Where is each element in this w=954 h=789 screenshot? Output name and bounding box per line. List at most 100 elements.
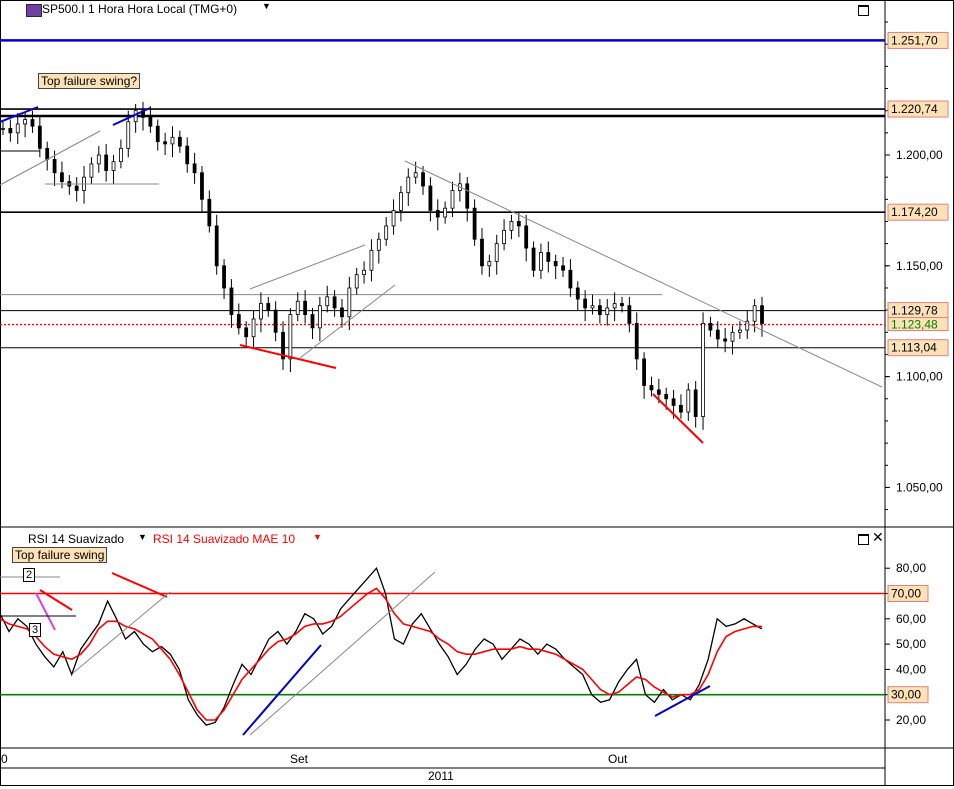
candle-body: [406, 176, 411, 194]
candle-body: [354, 274, 359, 289]
candle-body: [30, 119, 35, 127]
rsi-dropdown-icon[interactable]: ▼: [138, 532, 147, 542]
candle-body: [214, 225, 219, 267]
candle-body: [15, 123, 20, 134]
price-level-label: 1.113,04: [891, 341, 937, 355]
rsi-maximize-icon[interactable]: [858, 534, 869, 545]
candle-body: [760, 305, 764, 324]
candle-body: [723, 338, 728, 342]
rsi-grey-line-2: [249, 571, 436, 736]
candle-body: [539, 252, 543, 271]
candle-body: [376, 238, 381, 251]
caret-down-icon[interactable]: ▼: [262, 1, 271, 11]
candle-body: [590, 305, 595, 309]
candle-body: [347, 287, 352, 318]
candle-body: [192, 163, 197, 174]
candle-body: [421, 172, 425, 187]
candle-body: [200, 172, 204, 200]
candle-body: [583, 298, 588, 309]
price-level-label: 1.251,70: [891, 33, 938, 47]
candle-body: [561, 265, 565, 271]
mae-label[interactable]: RSI 14 Suavizado MAE 10: [153, 532, 295, 546]
candle-body: [627, 305, 632, 324]
candle-body: [399, 192, 403, 211]
candle-body: [222, 265, 226, 289]
candle-body: [96, 154, 101, 165]
candle-body: [119, 147, 123, 163]
candle-body: [332, 296, 337, 309]
rsi-tick-label: 60,00: [896, 612, 926, 626]
candle-body: [664, 393, 669, 400]
candle-body: [244, 327, 249, 338]
candle-body: [391, 210, 396, 227]
close-icon[interactable]: ✕: [872, 529, 884, 546]
candle-body: [701, 323, 705, 417]
candle-body: [60, 172, 64, 182]
candle-body: [37, 125, 42, 149]
rsi-tick-label: 50,00: [896, 637, 926, 651]
candle-body: [465, 183, 470, 209]
candle-body: [634, 323, 639, 360]
point-3-label: 3: [29, 623, 42, 637]
price-level-label: 1.129,78: [891, 304, 938, 318]
candle-body: [325, 296, 330, 307]
candle-body: [126, 121, 131, 149]
candle-body: [524, 225, 529, 249]
candle-body: [435, 210, 440, 218]
candle-body: [715, 329, 720, 340]
candle-body: [273, 309, 278, 333]
rsi-tick-label: 80,00: [896, 561, 926, 575]
downtrend-line: [404, 160, 883, 388]
candle-body: [259, 303, 263, 320]
price-tick-label: 1.150,00: [896, 259, 943, 273]
wedge-upper-line: [249, 244, 366, 290]
price-tick-label: 1.050,00: [896, 480, 943, 494]
cfd-icon: [26, 4, 42, 17]
candle-body: [1, 128, 5, 130]
rsi-level-label: 30,00: [891, 688, 921, 702]
candle-body: [642, 358, 646, 386]
candle-body: [74, 185, 79, 191]
candle-body: [531, 247, 536, 271]
rsi-series-line: [0, 566, 763, 726]
candle-body: [494, 243, 499, 262]
candle-body: [502, 229, 506, 245]
candle-body: [288, 314, 293, 360]
candle-body: [177, 136, 182, 147]
chart-canvas[interactable]: 1.050,00 1.100,00 1.150,00 1.200,00 1.251,70…: [0, 0, 954, 786]
mae-dropdown-icon[interactable]: ▼: [313, 532, 322, 542]
red-divergence-line-1: [239, 344, 337, 369]
chart-title[interactable]: SP500.I 1 Hora Hora Local (TMG+0): [42, 2, 237, 16]
candle-body: [185, 145, 190, 165]
rsi-level-label: 70,00: [891, 587, 921, 601]
candle-body: [266, 303, 271, 311]
candle-body: [656, 389, 661, 395]
candle-body: [516, 221, 521, 227]
candle-body: [597, 305, 602, 315]
candle-body: [89, 163, 94, 178]
candle-body: [133, 110, 138, 123]
candle-body: [487, 260, 492, 267]
candle-body: [310, 314, 315, 329]
candle-body: [612, 303, 617, 309]
candle-body: [679, 405, 683, 413]
rsi-blue-line-1: [242, 644, 322, 736]
x-label-partial: 0: [1, 752, 8, 766]
candle-body: [472, 207, 477, 240]
point-2-label: 2: [23, 568, 36, 582]
candle-body: [737, 329, 742, 333]
candle-body: [170, 136, 175, 145]
candle-body: [671, 398, 676, 406]
candle-body: [428, 185, 433, 211]
rsi-label[interactable]: RSI 14 Suavizado: [28, 532, 124, 546]
candle-body: [229, 287, 234, 315]
candle-body: [303, 300, 308, 315]
candle-body: [509, 221, 514, 231]
candle-body: [553, 260, 558, 267]
candle-body: [45, 147, 50, 160]
candle-body: [251, 318, 256, 338]
candle-body: [730, 331, 735, 342]
candle-body: [369, 249, 374, 271]
maximize-icon[interactable]: [858, 5, 869, 16]
x-label-year: 2011: [428, 769, 454, 783]
